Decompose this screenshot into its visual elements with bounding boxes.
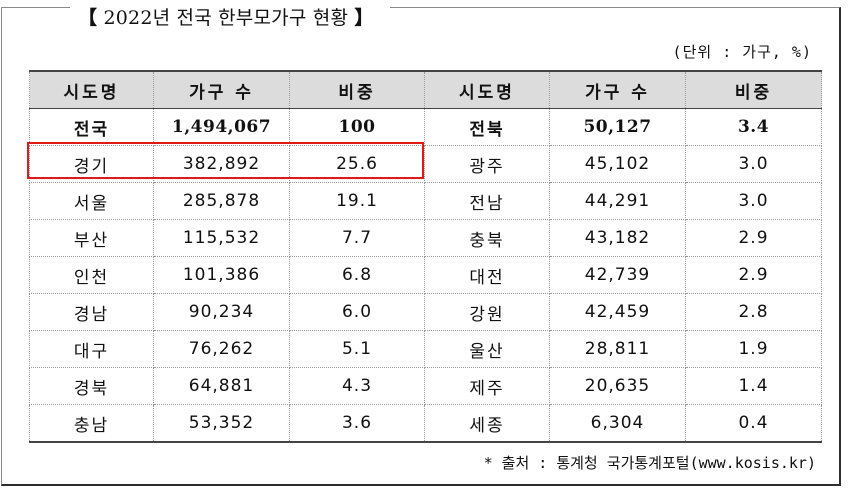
header-households-left: 가구 수 xyxy=(153,70,290,109)
table-row: 전국 1,494,067 100 전북 50,127 3.4 xyxy=(29,108,822,146)
left-share-cell: 6.8 xyxy=(289,256,425,294)
right-region-cell: 대전 xyxy=(424,256,550,294)
header-region-left: 시도명 xyxy=(29,70,154,109)
left-region-cell: 서울 xyxy=(29,182,154,220)
right-share-cell: 1.9 xyxy=(685,330,822,368)
left-share-cell: 4.3 xyxy=(289,367,425,405)
right-households-cell: 42,739 xyxy=(549,256,686,294)
left-region-cell: 대구 xyxy=(29,330,154,368)
right-share-cell: 2.9 xyxy=(685,219,822,257)
title-year: 2022 xyxy=(103,7,153,29)
left-share-cell: 6.0 xyxy=(289,293,425,331)
right-households-cell: 50,127 xyxy=(549,108,686,146)
left-region-cell: 부산 xyxy=(29,219,154,257)
table-row: 충남 53,352 3.6 세종 6,304 0.4 xyxy=(29,404,822,443)
left-households-cell: 285,878 xyxy=(153,182,290,220)
left-households-cell: 64,881 xyxy=(153,367,290,405)
left-share-cell: 5.1 xyxy=(289,330,425,368)
left-households-cell: 101,386 xyxy=(153,256,290,294)
right-region-cell: 충북 xyxy=(424,219,550,257)
table-row: 경남 90,234 6.0 강원 42,459 2.8 xyxy=(29,293,822,331)
right-region-cell: 광주 xyxy=(424,145,550,183)
left-region-cell: 경남 xyxy=(29,293,154,331)
right-households-cell: 43,182 xyxy=(549,219,686,257)
source-note: * 출처 : 통계청 국가통계포털(www.kosis.kr) xyxy=(483,454,816,472)
table-row: 경기 382,892 25.6 광주 45,102 3.0 xyxy=(29,145,822,183)
left-share-cell: 3.6 xyxy=(289,404,425,443)
header-share-left: 비중 xyxy=(289,70,425,109)
right-households-cell: 45,102 xyxy=(549,145,686,183)
right-households-cell: 44,291 xyxy=(549,182,686,220)
right-region-cell: 제주 xyxy=(424,367,550,405)
left-share-cell: 7.7 xyxy=(289,219,425,257)
header-share-right: 비중 xyxy=(685,70,822,109)
left-households-cell: 90,234 xyxy=(153,293,290,331)
table-row: 인천 101,386 6.8 대전 42,739 2.9 xyxy=(29,256,822,294)
left-share-cell: 100 xyxy=(289,108,425,146)
left-households-cell: 115,532 xyxy=(153,219,290,257)
header-households-right: 가구 수 xyxy=(549,70,686,109)
left-share-cell: 25.6 xyxy=(289,145,425,183)
right-region-cell: 울산 xyxy=(424,330,550,368)
table-row: 서울 285,878 19.1 전남 44,291 3.0 xyxy=(29,182,822,220)
table-row: 부산 115,532 7.7 충북 43,182 2.9 xyxy=(29,219,822,257)
title-open-bracket: 【 xyxy=(78,7,98,29)
left-households-cell: 53,352 xyxy=(153,404,290,443)
right-region-cell: 강원 xyxy=(424,293,550,331)
left-region-cell: 인천 xyxy=(29,256,154,294)
left-households-cell: 1,494,067 xyxy=(153,108,290,146)
right-households-cell: 42,459 xyxy=(549,293,686,331)
right-share-cell: 0.4 xyxy=(685,404,822,443)
table-header-row: 시도명 가구 수 비중 시도명 가구 수 비중 xyxy=(29,70,822,109)
page-title: 【 2022년 전국 한부모가구 현황 】 xyxy=(78,3,374,30)
left-households-cell: 382,892 xyxy=(153,145,290,183)
left-region-cell: 충남 xyxy=(29,404,154,443)
left-region-cell: 경북 xyxy=(29,367,154,405)
household-table: 시도명 가구 수 비중 시도명 가구 수 비중 전국 1,494,067 100 전북… xyxy=(29,70,822,443)
right-households-cell: 20,635 xyxy=(549,367,686,405)
right-region-cell: 세종 xyxy=(424,404,550,443)
right-share-cell: 3.0 xyxy=(685,145,822,183)
left-region-cell: 전국 xyxy=(29,108,154,146)
table-row: 경북 64,881 4.3 제주 20,635 1.4 xyxy=(29,367,822,405)
left-region-cell: 경기 xyxy=(29,145,154,183)
right-region-cell: 전남 xyxy=(424,182,550,220)
title-text: 년 전국 한부모가구 현황 xyxy=(152,7,349,29)
right-share-cell: 3.4 xyxy=(685,108,822,146)
right-households-cell: 6,304 xyxy=(549,404,686,443)
right-region-cell: 전북 xyxy=(424,108,550,146)
unit-note: (단위 : 가구, %) xyxy=(672,43,812,61)
right-share-cell: 3.0 xyxy=(685,182,822,220)
left-share-cell: 19.1 xyxy=(289,182,425,220)
right-households-cell: 28,811 xyxy=(549,330,686,368)
table-row: 대구 76,262 5.1 울산 28,811 1.9 xyxy=(29,330,822,368)
title-close-bracket: 】 xyxy=(354,7,374,29)
left-households-cell: 76,262 xyxy=(153,330,290,368)
header-region-right: 시도명 xyxy=(424,70,550,109)
right-share-cell: 1.4 xyxy=(685,367,822,405)
right-share-cell: 2.8 xyxy=(685,293,822,331)
right-share-cell: 2.9 xyxy=(685,256,822,294)
